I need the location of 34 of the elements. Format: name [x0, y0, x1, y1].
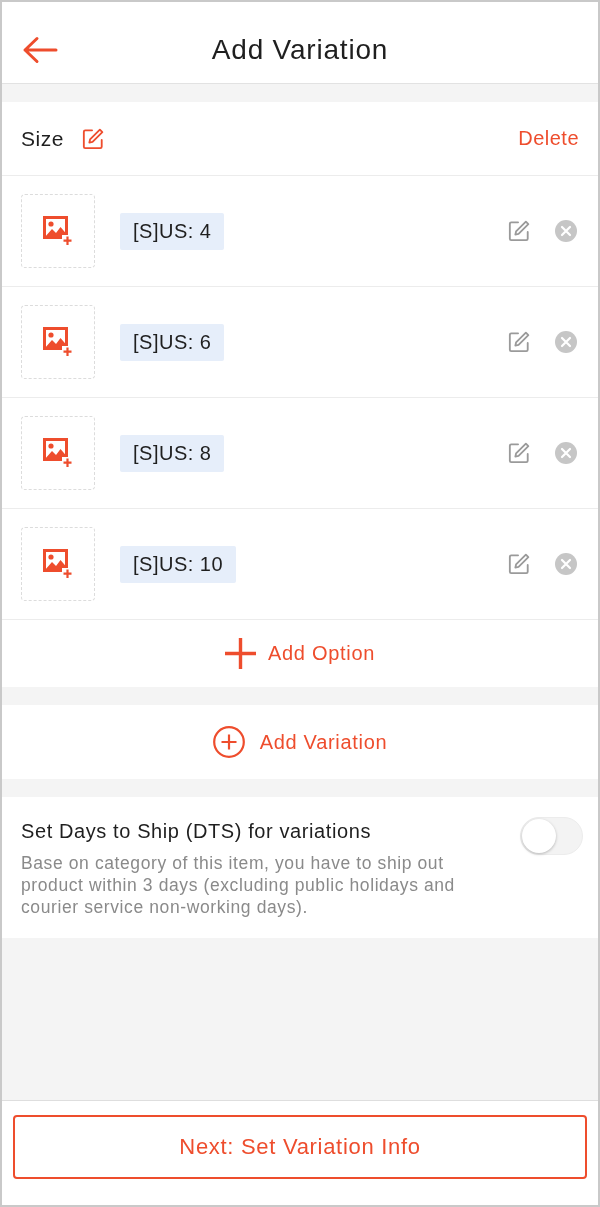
edit-icon[interactable]: [81, 127, 104, 150]
image-add-icon: [43, 327, 73, 357]
page-title: Add Variation: [211, 33, 389, 66]
plus-icon: [224, 638, 256, 669]
edit-icon[interactable]: [508, 220, 530, 242]
close-icon[interactable]: [555, 553, 577, 575]
image-upload-slot[interactable]: [21, 416, 95, 490]
back-arrow-icon: [21, 34, 59, 66]
delete-button[interactable]: Delete: [518, 127, 579, 150]
edit-icon[interactable]: [508, 553, 530, 575]
image-upload-slot[interactable]: [21, 527, 95, 601]
circle-plus-icon: [212, 726, 245, 758]
option-chip: [S]US: 6: [120, 323, 225, 361]
close-icon[interactable]: [555, 331, 577, 353]
image-add-icon: [43, 216, 73, 246]
variation-name: Size: [21, 126, 64, 151]
image-add-icon: [43, 549, 73, 579]
image-upload-slot[interactable]: [21, 194, 95, 268]
add-option-button[interactable]: Add Option: [224, 638, 376, 669]
close-icon[interactable]: [555, 220, 577, 242]
back-button[interactable]: [21, 34, 59, 66]
add-variation-button[interactable]: Add Variation: [212, 726, 388, 758]
edit-icon[interactable]: [508, 442, 530, 464]
option-chip: [S]US: 4: [120, 212, 225, 250]
toggle-switch[interactable]: [520, 817, 583, 855]
option-chip: [S]US: 10: [120, 545, 237, 583]
image-add-icon: [43, 438, 73, 468]
close-icon[interactable]: [555, 442, 577, 464]
image-upload-slot[interactable]: [21, 305, 95, 379]
dts-description: Base on category of this item, you have to ship out product within 3 days (excluding public holidays and courier service non-working days).: [21, 852, 456, 918]
edit-icon[interactable]: [508, 331, 530, 353]
dts-title: Set Days to Ship (DTS) for variations: [21, 819, 373, 843]
next-button[interactable]: Next: Set Variation Info: [13, 1115, 587, 1179]
option-chip: [S]US: 8: [120, 434, 225, 472]
